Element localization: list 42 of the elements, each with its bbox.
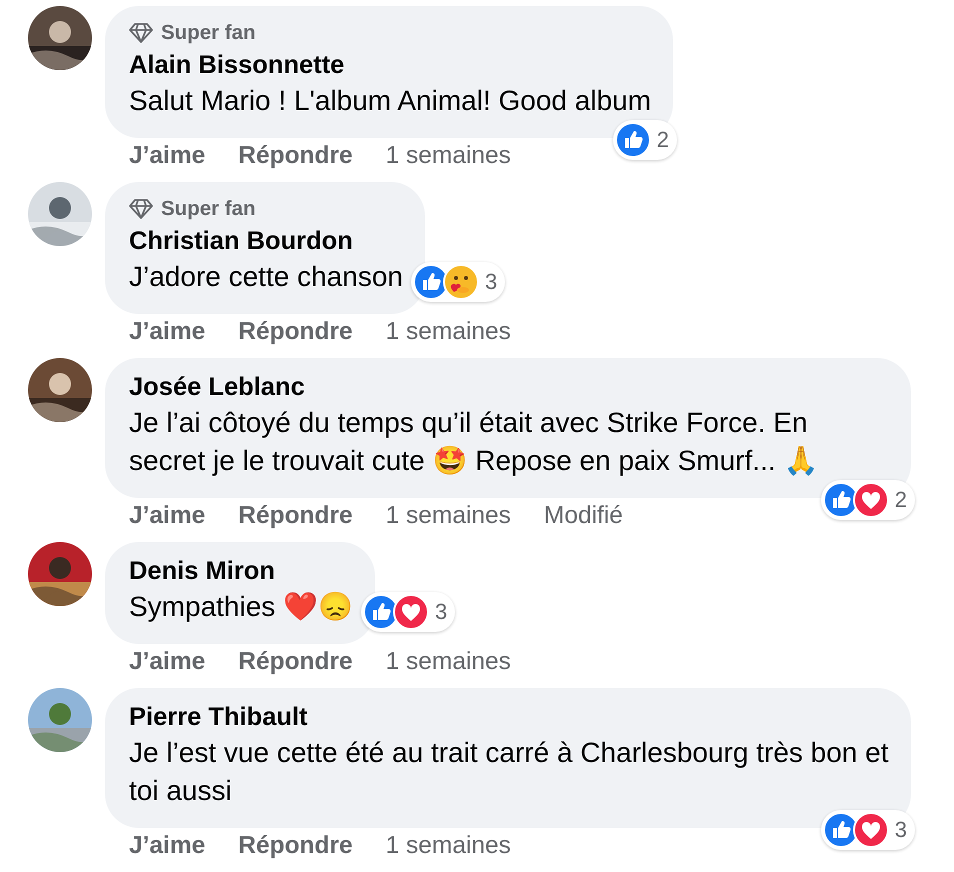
reaction-count: 2 (656, 126, 670, 154)
comment-text: Salut Mario ! L'album Animal! Good album (129, 84, 652, 118)
reply-link[interactable]: Répondre (238, 500, 353, 532)
timestamp[interactable]: 1 semaines (386, 140, 511, 172)
reaction-summary[interactable]: 3 (411, 262, 506, 302)
like-link[interactable]: J’aime (129, 830, 206, 862)
author-name[interactable]: Josée Leblanc (129, 370, 889, 404)
comment-text: Je l’est vue cette été au trait carré à Charlesbourg très bon et toi aussi (129, 736, 889, 808)
timestamp[interactable]: 1 semaines (386, 500, 511, 532)
reply-link[interactable]: Répondre (238, 316, 353, 348)
comment-text: J’adore cette chanson (129, 260, 403, 294)
reaction-count: 3 (485, 268, 498, 296)
comment-text: Je l’ai côtoyé du temps qu’il était avec Strike Force. En secret je le trouvait cute 🤩 Repose en paix Smurf... 🙏 (129, 406, 820, 478)
like-link[interactable]: J’aime (129, 316, 206, 348)
reply-link[interactable]: Répondre (238, 830, 353, 862)
reaction-summary[interactable]: 2 (612, 120, 678, 160)
like-link[interactable]: J’aime (129, 140, 206, 172)
comment-text: Sympathies ❤😞 (129, 590, 354, 624)
reaction-count: 3 (894, 816, 907, 844)
author-name[interactable]: Christian Bourdon (129, 224, 403, 258)
reaction-summary[interactable]: 2 (820, 480, 915, 520)
like-link[interactable]: J’aime (129, 500, 206, 532)
hug-emoji-icon (443, 264, 479, 300)
reaction-summary[interactable]: 3 (820, 810, 915, 850)
timestamp[interactable]: 1 semaines (386, 316, 511, 348)
author-name[interactable]: Denis Miron (129, 554, 354, 588)
timestamp[interactable]: 1 semaines (386, 830, 511, 862)
diamond-icon (129, 198, 153, 220)
reaction-count: 2 (894, 486, 907, 514)
badge-label: Super fan (161, 20, 256, 46)
reply-link[interactable]: Répondre (238, 140, 353, 172)
reply-link[interactable]: Répondre (238, 646, 353, 678)
timestamp[interactable]: 1 semaines (386, 646, 511, 678)
diamond-icon (129, 22, 153, 44)
edited-label: Modifié (544, 501, 623, 531)
thumbs-up-icon (614, 122, 651, 158)
reaction-summary[interactable]: 3 (361, 592, 456, 632)
badge-label: Super fan (161, 196, 256, 222)
author-name[interactable]: Pierre Thibault (129, 700, 889, 734)
reaction-count: 3 (435, 598, 448, 626)
like-link[interactable]: J’aime (129, 646, 206, 678)
author-name[interactable]: Alain Bissonnette (129, 48, 652, 82)
